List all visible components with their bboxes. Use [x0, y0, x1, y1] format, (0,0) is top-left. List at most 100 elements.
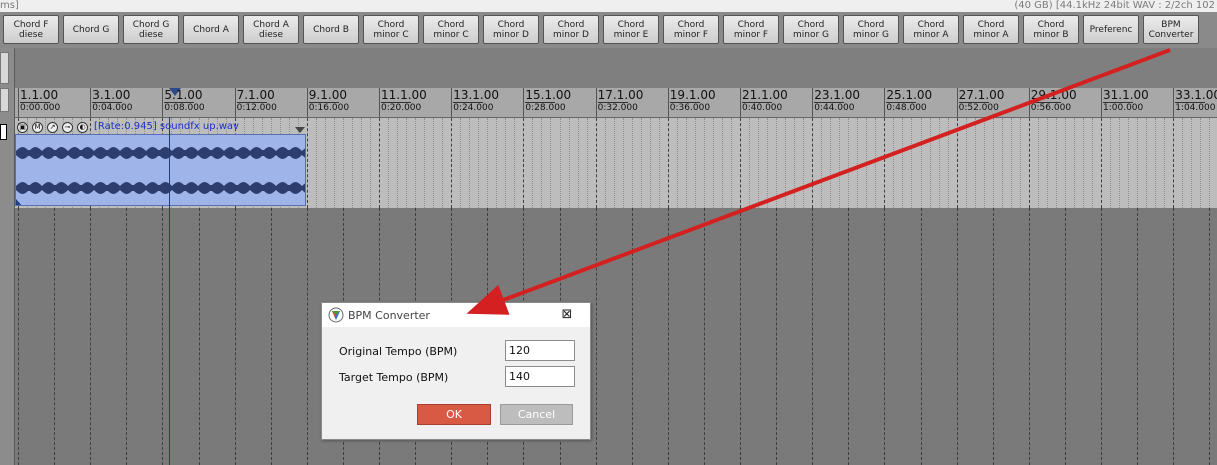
- grid-subline: [767, 118, 769, 208]
- toolbar-button[interactable]: Chord minor D: [543, 15, 599, 44]
- ruler-time-label: 0:40.000: [742, 103, 783, 113]
- toolbar-button[interactable]: Chord G diese: [123, 15, 179, 44]
- waveform-channel: [16, 182, 305, 194]
- grid-line: [306, 208, 308, 465]
- grid-subline: [658, 118, 660, 208]
- grid-subline: [568, 118, 570, 208]
- ruler-time-label: 0:16.000: [308, 103, 350, 113]
- grid-subline: [324, 118, 326, 208]
- media-item[interactable]: [15, 134, 306, 206]
- power-icon[interactable]: ◐: [77, 122, 88, 133]
- ruler-time-label: 0:56.000: [1030, 103, 1072, 113]
- grid-line: [1173, 208, 1175, 465]
- grid-subline: [649, 118, 651, 208]
- toolbar-button[interactable]: Chord A diese: [243, 15, 299, 44]
- grid-subline: [388, 118, 390, 208]
- ruler-time-label: 0:28.000: [525, 103, 566, 113]
- toolbar-button[interactable]: Chord minor A: [963, 15, 1019, 44]
- toolbar-button[interactable]: Chord minor E: [603, 15, 659, 44]
- grid-subline: [947, 118, 949, 208]
- ruler-bar-label: 3.1.00: [92, 88, 131, 102]
- close-icon[interactable]: ⊠: [558, 306, 576, 324]
- grid-subline: [1164, 118, 1166, 208]
- ruler-tick: [1101, 88, 1102, 117]
- envelope-icon[interactable]: ⊸: [62, 122, 73, 133]
- grid-line: [234, 208, 236, 465]
- toolbar-button[interactable]: Preferenc: [1083, 15, 1139, 44]
- grid-subline: [351, 118, 353, 208]
- grid-line: [379, 118, 380, 208]
- timeline-ruler[interactable]: 1.1.00 0:00.000 3.1.00 0:04.000 5.1.00 0:08.0…: [15, 88, 1217, 118]
- track-panel-control[interactable]: [0, 88, 9, 112]
- lock-icon[interactable]: ▣: [17, 122, 28, 133]
- toolbar-button[interactable]: Chord G: [63, 15, 119, 44]
- ruler-time-label: 0:44.000: [814, 103, 855, 113]
- target-tempo-input[interactable]: [505, 366, 575, 387]
- dialog-title-bar[interactable]: BPM Converter ⊠: [322, 303, 590, 327]
- grid-subline: [1055, 118, 1057, 208]
- ruler-time-label: 1:04.000: [1175, 103, 1216, 113]
- grid-subline: [1155, 118, 1157, 208]
- grid-subline: [758, 118, 760, 208]
- toolbar-button[interactable]: Chord minor F: [663, 15, 719, 44]
- ruler-time-label: 1:00.000: [1103, 103, 1144, 113]
- toolbar-button[interactable]: Chord minor G: [843, 15, 899, 44]
- grid-line: [776, 208, 778, 465]
- bpm-converter-dialog: BPM Converter ⊠ Original Tempo (BPM) Tar…: [321, 302, 591, 440]
- toolbar-button[interactable]: Chord minor D: [483, 15, 539, 44]
- grid-subline: [983, 118, 985, 208]
- grid-subline: [712, 118, 714, 208]
- ruler-tick: [18, 88, 19, 117]
- arrange-empty-area[interactable]: [15, 208, 1217, 465]
- grid-subline: [424, 118, 426, 208]
- toolbar-button[interactable]: Chord minor B: [1023, 15, 1079, 44]
- item-dropdown-icon[interactable]: [295, 127, 305, 133]
- dialog-title: BPM Converter: [348, 309, 430, 322]
- grid-line: [631, 208, 633, 465]
- grid-subline: [577, 118, 579, 208]
- grid-subline: [631, 118, 633, 208]
- grid-subline: [685, 118, 687, 208]
- grid-subline: [1091, 118, 1093, 208]
- grid-subline: [550, 118, 552, 208]
- toolbar-button[interactable]: Chord minor G: [783, 15, 839, 44]
- ruler-tick: [451, 88, 453, 117]
- toolbar-button[interactable]: Chord minor C: [423, 15, 479, 44]
- ruler-time-label: 0:12.000: [236, 103, 277, 113]
- item-fade-handle[interactable]: [16, 199, 23, 206]
- toolbar-button[interactable]: Chord A: [183, 15, 239, 44]
- ruler-bar-label: 21.1.00: [742, 88, 788, 102]
- toolbar-button[interactable]: BPM Converter: [1143, 15, 1199, 44]
- mute-icon[interactable]: M: [32, 122, 43, 133]
- toolbar-button[interactable]: Chord F diese: [3, 15, 59, 44]
- ruler-bar-label: 33.1.00: [1175, 88, 1217, 102]
- original-tempo-input[interactable]: [505, 340, 575, 361]
- cancel-button[interactable]: Cancel: [500, 404, 573, 425]
- track-panel-control[interactable]: [0, 52, 9, 84]
- grid-subline: [1082, 118, 1084, 208]
- grid-subline: [1119, 118, 1121, 208]
- toolbar-button[interactable]: Chord minor F: [723, 15, 779, 44]
- grid-line: [703, 208, 705, 465]
- grid-subline: [830, 118, 832, 208]
- toolbar-button[interactable]: Chord B: [303, 15, 359, 44]
- ruler-time-label: 0:36.000: [669, 103, 711, 113]
- fx-icon[interactable]: ↗: [47, 122, 58, 133]
- grid-subline: [839, 118, 841, 208]
- ruler-tick: [1028, 88, 1030, 117]
- grid-subline: [694, 118, 696, 208]
- grid-line: [812, 118, 814, 208]
- ruler-time-label: 0:52.000: [958, 103, 999, 113]
- ok-button[interactable]: OK: [417, 404, 491, 425]
- grid-subline: [478, 118, 480, 208]
- grid-line: [956, 208, 958, 465]
- grid-subline: [397, 118, 399, 208]
- ruler-time-label: 0:04.000: [92, 103, 133, 113]
- grid-subline: [469, 118, 471, 208]
- toolbar-button[interactable]: Chord minor A: [903, 15, 959, 44]
- grid-subline: [1073, 118, 1075, 208]
- toolbar-button[interactable]: Chord minor C: [363, 15, 419, 44]
- grid-subline: [1001, 118, 1003, 208]
- ruler-bar-label: 11.1.00: [381, 88, 427, 102]
- grid-subline: [929, 118, 931, 208]
